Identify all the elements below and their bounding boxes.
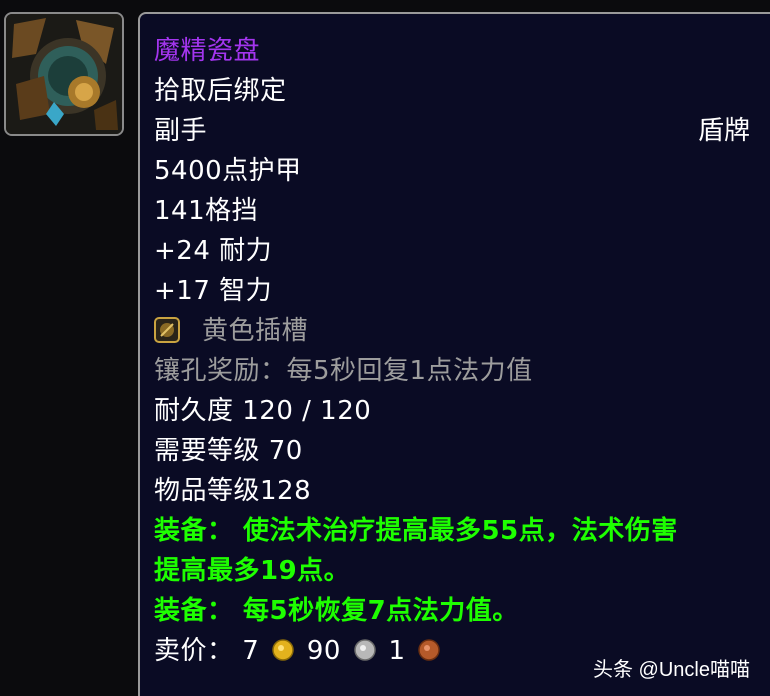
stat-stamina: +24 耐力 <box>154 236 273 266</box>
item-tooltip-screen: 魔精瓷盘 拾取后绑定 副手 盾牌 5400点护甲 141格挡 +24 耐力 +1… <box>0 0 770 696</box>
shield-item-icon[interactable] <box>4 12 124 136</box>
gold-coin-icon <box>272 638 294 661</box>
copper-coin-icon <box>418 638 441 661</box>
copper-amount: 1 <box>388 636 406 666</box>
yellow-socket-icon <box>154 317 180 343</box>
sell-price-row: 卖价： 7 90 1 <box>154 636 444 666</box>
socket-label: 黄色插槽 <box>202 316 309 346</box>
stat-intellect: +17 智力 <box>154 276 273 306</box>
equip-effect-2: 装备： 每5秒恢复7点法力值。 <box>154 596 519 626</box>
socket-row: 黄色插槽 <box>154 316 308 346</box>
gold-amount: 7 <box>242 636 260 666</box>
item-name: 魔精瓷盘 <box>154 36 261 66</box>
silver-coin-icon <box>353 638 376 661</box>
block-text: 141格挡 <box>154 196 259 226</box>
armor-text: 5400点护甲 <box>154 156 302 186</box>
required-level-text: 需要等级 70 <box>154 436 303 466</box>
slot-text: 副手 <box>154 116 208 146</box>
sell-price-label: 卖价： <box>154 636 234 666</box>
item-type-text: 盾牌 <box>697 116 750 146</box>
equip-effect-1-line-2: 提高最多19点。 <box>154 556 351 586</box>
item-tooltip: 魔精瓷盘 拾取后绑定 副手 盾牌 5400点护甲 141格挡 +24 耐力 +1… <box>138 12 770 696</box>
socket-bonus-text: 镶孔奖励：每5秒回复1点法力值 <box>154 356 533 386</box>
silver-amount: 90 <box>306 636 341 666</box>
watermark-text: 头条 @Uncle喵喵 <box>593 659 750 681</box>
binding-text: 拾取后绑定 <box>154 76 287 106</box>
equip-effect-1-line-1: 装备： 使法术治疗提高最多55点，法术伤害 <box>154 516 678 546</box>
item-level-text: 物品等级128 <box>154 476 312 506</box>
durability-text: 耐久度 120 / 120 <box>154 396 372 426</box>
